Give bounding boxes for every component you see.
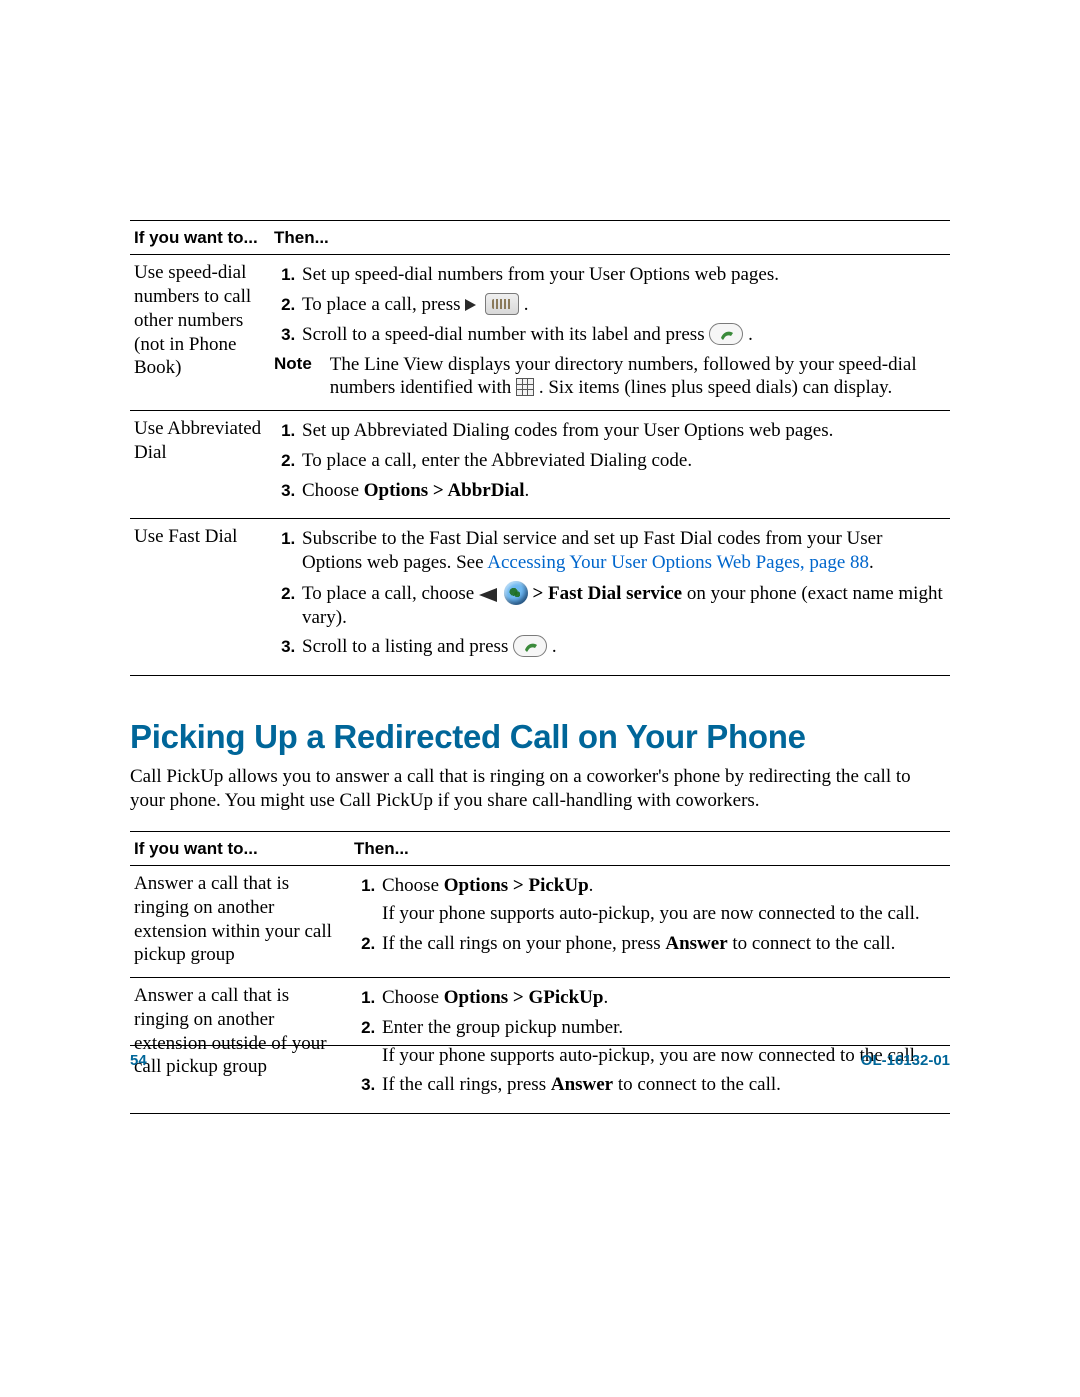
- list-item: Subscribe to the Fast Dial service and s…: [300, 527, 946, 575]
- list-item: Choose Options > PickUp. If your phone s…: [380, 874, 946, 926]
- table-row: Use Fast Dial Subscribe to the Fast Dial…: [130, 519, 950, 676]
- step-text: .: [589, 875, 594, 896]
- table-row: Use speed-dial numbers to call other num…: [130, 255, 950, 411]
- list-item: To place a call, choose > Fast Dial serv…: [300, 581, 946, 630]
- softkey-name: Answer: [665, 933, 727, 954]
- note: Note The Line View displays your directo…: [274, 353, 946, 401]
- step-text: Choose: [382, 987, 444, 1008]
- step-text: .: [748, 324, 753, 345]
- list-item: To place a call, press .: [300, 293, 946, 317]
- then-cell: Subscribe to the Fast Dial service and s…: [270, 519, 950, 676]
- step-text: If your phone supports auto-pickup, you …: [382, 903, 920, 924]
- step-text: If the call rings, press: [382, 1074, 551, 1095]
- pickup-table: If you want to... Then... Answer a call …: [130, 831, 950, 1114]
- list-item: Set up speed-dial numbers from your User…: [300, 263, 946, 287]
- step-text: to connect to the call.: [728, 933, 896, 954]
- list-item: Scroll to a speed-dial number with its l…: [300, 323, 946, 347]
- step-text: .: [869, 552, 874, 573]
- play-icon: [465, 299, 476, 311]
- softkey-name: Answer: [551, 1074, 613, 1095]
- col-then-header: Then...: [270, 221, 950, 255]
- step-text: Scroll to a listing and press: [302, 636, 513, 657]
- table-row: Use Abbreviated Dial Set up Abbreviated …: [130, 411, 950, 519]
- back-icon: [479, 588, 497, 602]
- step-text: If the call rings on your phone, press: [382, 933, 665, 954]
- then-cell: Set up Abbreviated Dialing codes from yo…: [270, 411, 950, 519]
- step-text: .: [524, 294, 529, 315]
- then-cell: Choose Options > PickUp. If your phone s…: [350, 866, 950, 978]
- note-text: The Line View displays your directory nu…: [330, 353, 946, 401]
- line-view-icon: [516, 378, 534, 396]
- step-text: .: [525, 480, 530, 501]
- if-cell: Use Fast Dial: [130, 519, 270, 676]
- page-footer: 54 OL-16132-01: [130, 1045, 950, 1071]
- services-globe-icon: [504, 581, 528, 605]
- list-item: If the call rings, press Answer to conne…: [380, 1073, 946, 1097]
- speed-dial-table: If you want to... Then... Use speed-dial…: [130, 220, 950, 676]
- step-text: Scroll to a speed-dial number with its l…: [302, 324, 709, 345]
- dial-button-icon: [513, 635, 547, 657]
- col-if-header: If you want to...: [130, 221, 270, 255]
- page-content: If you want to... Then... Use speed-dial…: [130, 220, 950, 1114]
- link-user-options[interactable]: Accessing Your User Options Web Pages, p…: [487, 552, 869, 573]
- page-number: 54: [130, 1052, 147, 1071]
- step-text: Choose: [382, 875, 444, 896]
- step-text: Set up Abbreviated Dialing codes from yo…: [302, 420, 833, 441]
- list-item: If the call rings on your phone, press A…: [380, 932, 946, 956]
- step-text: .: [552, 636, 557, 657]
- menu-path: Options > GPickUp: [444, 987, 604, 1008]
- note-label: Note: [274, 353, 312, 401]
- step-text: Choose: [302, 480, 364, 501]
- table-row: Answer a call that is ringing on another…: [130, 866, 950, 978]
- list-item: Choose Options > AbbrDial.: [300, 479, 946, 503]
- list-item: Choose Options > GPickUp.: [380, 986, 946, 1010]
- menu-path: Options > PickUp: [444, 875, 589, 896]
- list-item: Set up Abbreviated Dialing codes from yo…: [300, 419, 946, 443]
- step-text: To place a call, choose: [302, 583, 479, 604]
- if-cell: Use Abbreviated Dial: [130, 411, 270, 519]
- col-then-header: Then...: [350, 831, 950, 865]
- step-text: Enter the group pickup number.: [382, 1017, 623, 1038]
- step-text: To place a call, press: [302, 294, 465, 315]
- if-cell: Use speed-dial numbers to call other num…: [130, 255, 270, 411]
- section-body: Call PickUp allows you to answer a call …: [130, 765, 950, 813]
- speaker-button-icon: [485, 293, 519, 315]
- list-item: To place a call, enter the Abbreviated D…: [300, 449, 946, 473]
- step-text: .: [603, 987, 608, 1008]
- dial-button-icon: [709, 323, 743, 345]
- step-text: To place a call, enter the Abbreviated D…: [302, 450, 692, 471]
- col-if-header: If you want to...: [130, 831, 350, 865]
- note-segment: . Six items (lines plus speed dials) can…: [539, 377, 892, 398]
- menu-path: Options > AbbrDial: [364, 480, 525, 501]
- step-text: to connect to the call.: [613, 1074, 781, 1095]
- menu-path: > Fast Dial service: [532, 583, 682, 604]
- if-cell: Answer a call that is ringing on another…: [130, 866, 350, 978]
- list-item: Scroll to a listing and press .: [300, 635, 946, 659]
- section-heading: Picking Up a Redirected Call on Your Pho…: [130, 716, 950, 757]
- step-text: Set up speed-dial numbers from your User…: [302, 264, 779, 285]
- doc-number: OL-16132-01: [861, 1052, 950, 1071]
- then-cell: Set up speed-dial numbers from your User…: [270, 255, 950, 411]
